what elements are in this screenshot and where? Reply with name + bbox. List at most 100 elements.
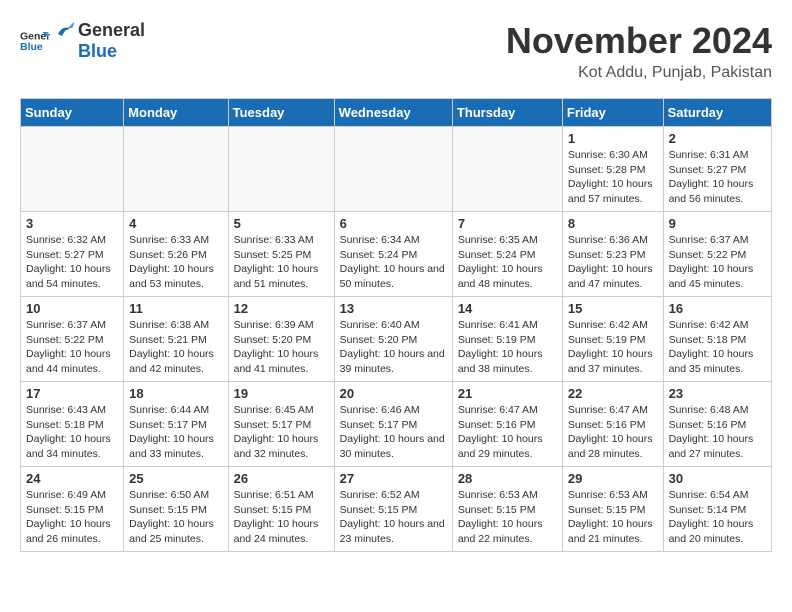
- day-sunrise: Sunrise: 6:35 AM: [458, 234, 538, 246]
- day-daylight: Daylight: 10 hours and 47 minutes.: [568, 263, 653, 290]
- day-daylight: Daylight: 10 hours and 32 minutes.: [234, 433, 319, 460]
- day-sunset: Sunset: 5:27 PM: [669, 164, 747, 176]
- day-daylight: Daylight: 10 hours and 28 minutes.: [568, 433, 653, 460]
- day-daylight: Daylight: 10 hours and 44 minutes.: [26, 348, 111, 375]
- day-sunset: Sunset: 5:24 PM: [340, 249, 418, 261]
- day-number: 25: [129, 471, 222, 486]
- day-sunrise: Sunrise: 6:52 AM: [340, 489, 420, 501]
- calendar-cell: 23 Sunrise: 6:48 AM Sunset: 5:16 PM Dayl…: [663, 382, 771, 467]
- calendar-header-monday: Monday: [124, 99, 228, 127]
- day-number: 12: [234, 301, 329, 316]
- day-sunrise: Sunrise: 6:53 AM: [568, 489, 648, 501]
- calendar-cell: 5 Sunrise: 6:33 AM Sunset: 5:25 PM Dayli…: [228, 212, 334, 297]
- svg-text:Blue: Blue: [20, 41, 43, 53]
- day-daylight: Daylight: 10 hours and 53 minutes.: [129, 263, 214, 290]
- day-daylight: Daylight: 10 hours and 56 minutes.: [669, 178, 754, 205]
- day-sunrise: Sunrise: 6:53 AM: [458, 489, 538, 501]
- day-sunset: Sunset: 5:16 PM: [568, 419, 646, 431]
- day-number: 16: [669, 301, 766, 316]
- day-sunset: Sunset: 5:14 PM: [669, 504, 747, 516]
- day-daylight: Daylight: 10 hours and 24 minutes.: [234, 518, 319, 545]
- calendar-cell: 3 Sunrise: 6:32 AM Sunset: 5:27 PM Dayli…: [21, 212, 124, 297]
- calendar-cell: 11 Sunrise: 6:38 AM Sunset: 5:21 PM Dayl…: [124, 297, 228, 382]
- day-sunrise: Sunrise: 6:54 AM: [669, 489, 749, 501]
- calendar-table: SundayMondayTuesdayWednesdayThursdayFrid…: [20, 98, 772, 552]
- day-daylight: Daylight: 10 hours and 37 minutes.: [568, 348, 653, 375]
- day-sunrise: Sunrise: 6:45 AM: [234, 404, 314, 416]
- day-number: 27: [340, 471, 447, 486]
- day-number: 24: [26, 471, 118, 486]
- header: General Blue General Blue November 2024 …: [20, 20, 772, 82]
- day-daylight: Daylight: 10 hours and 45 minutes.: [669, 263, 754, 290]
- calendar-cell: 13 Sunrise: 6:40 AM Sunset: 5:20 PM Dayl…: [334, 297, 452, 382]
- day-sunset: Sunset: 5:25 PM: [234, 249, 312, 261]
- day-daylight: Daylight: 10 hours and 41 minutes.: [234, 348, 319, 375]
- day-daylight: Daylight: 10 hours and 51 minutes.: [234, 263, 319, 290]
- day-daylight: Daylight: 10 hours and 20 minutes.: [669, 518, 754, 545]
- day-sunset: Sunset: 5:20 PM: [340, 334, 418, 346]
- day-number: 2: [669, 131, 766, 146]
- day-sunset: Sunset: 5:26 PM: [129, 249, 207, 261]
- day-sunset: Sunset: 5:21 PM: [129, 334, 207, 346]
- day-sunrise: Sunrise: 6:39 AM: [234, 319, 314, 331]
- day-number: 14: [458, 301, 557, 316]
- day-number: 30: [669, 471, 766, 486]
- calendar-cell: 10 Sunrise: 6:37 AM Sunset: 5:22 PM Dayl…: [21, 297, 124, 382]
- day-sunrise: Sunrise: 6:33 AM: [129, 234, 209, 246]
- day-daylight: Daylight: 10 hours and 54 minutes.: [26, 263, 111, 290]
- day-sunset: Sunset: 5:15 PM: [458, 504, 536, 516]
- page: General Blue General Blue November 2024 …: [0, 0, 792, 572]
- day-daylight: Daylight: 10 hours and 22 minutes.: [458, 518, 543, 545]
- day-sunset: Sunset: 5:16 PM: [669, 419, 747, 431]
- calendar-header-sunday: Sunday: [21, 99, 124, 127]
- day-sunrise: Sunrise: 6:37 AM: [26, 319, 106, 331]
- day-sunset: Sunset: 5:22 PM: [26, 334, 104, 346]
- day-sunset: Sunset: 5:22 PM: [669, 249, 747, 261]
- day-sunrise: Sunrise: 6:51 AM: [234, 489, 314, 501]
- day-sunset: Sunset: 5:15 PM: [26, 504, 104, 516]
- calendar-cell: 26 Sunrise: 6:51 AM Sunset: 5:15 PM Dayl…: [228, 467, 334, 552]
- day-number: 6: [340, 216, 447, 231]
- day-sunrise: Sunrise: 6:47 AM: [568, 404, 648, 416]
- logo-text-general: General: [78, 21, 145, 41]
- calendar-cell: 18 Sunrise: 6:44 AM Sunset: 5:17 PM Dayl…: [124, 382, 228, 467]
- day-sunrise: Sunrise: 6:38 AM: [129, 319, 209, 331]
- day-daylight: Daylight: 10 hours and 50 minutes.: [340, 263, 445, 290]
- calendar-cell: 8 Sunrise: 6:36 AM Sunset: 5:23 PM Dayli…: [562, 212, 663, 297]
- calendar-header-friday: Friday: [562, 99, 663, 127]
- day-sunrise: Sunrise: 6:48 AM: [669, 404, 749, 416]
- day-sunset: Sunset: 5:27 PM: [26, 249, 104, 261]
- day-number: 13: [340, 301, 447, 316]
- calendar-cell: 20 Sunrise: 6:46 AM Sunset: 5:17 PM Dayl…: [334, 382, 452, 467]
- calendar-cell: [334, 127, 452, 212]
- day-sunset: Sunset: 5:19 PM: [568, 334, 646, 346]
- day-daylight: Daylight: 10 hours and 30 minutes.: [340, 433, 445, 460]
- day-sunrise: Sunrise: 6:44 AM: [129, 404, 209, 416]
- calendar-header-thursday: Thursday: [452, 99, 562, 127]
- logo-text-blue: Blue: [78, 42, 145, 62]
- day-sunset: Sunset: 5:17 PM: [129, 419, 207, 431]
- calendar-week-4: 17 Sunrise: 6:43 AM Sunset: 5:18 PM Dayl…: [21, 382, 772, 467]
- day-number: 26: [234, 471, 329, 486]
- day-daylight: Daylight: 10 hours and 42 minutes.: [129, 348, 214, 375]
- day-number: 29: [568, 471, 658, 486]
- day-sunset: Sunset: 5:18 PM: [26, 419, 104, 431]
- day-sunset: Sunset: 5:15 PM: [340, 504, 418, 516]
- day-daylight: Daylight: 10 hours and 35 minutes.: [669, 348, 754, 375]
- day-sunrise: Sunrise: 6:30 AM: [568, 149, 648, 161]
- day-sunrise: Sunrise: 6:42 AM: [669, 319, 749, 331]
- day-daylight: Daylight: 10 hours and 57 minutes.: [568, 178, 653, 205]
- day-number: 3: [26, 216, 118, 231]
- calendar-cell: 27 Sunrise: 6:52 AM Sunset: 5:15 PM Dayl…: [334, 467, 452, 552]
- day-daylight: Daylight: 10 hours and 26 minutes.: [26, 518, 111, 545]
- calendar-cell: 2 Sunrise: 6:31 AM Sunset: 5:27 PM Dayli…: [663, 127, 771, 212]
- day-number: 7: [458, 216, 557, 231]
- calendar-cell: 12 Sunrise: 6:39 AM Sunset: 5:20 PM Dayl…: [228, 297, 334, 382]
- day-sunrise: Sunrise: 6:32 AM: [26, 234, 106, 246]
- day-daylight: Daylight: 10 hours and 21 minutes.: [568, 518, 653, 545]
- day-sunrise: Sunrise: 6:37 AM: [669, 234, 749, 246]
- calendar-header-saturday: Saturday: [663, 99, 771, 127]
- calendar-header-row: SundayMondayTuesdayWednesdayThursdayFrid…: [21, 99, 772, 127]
- day-sunset: Sunset: 5:28 PM: [568, 164, 646, 176]
- day-sunrise: Sunrise: 6:40 AM: [340, 319, 420, 331]
